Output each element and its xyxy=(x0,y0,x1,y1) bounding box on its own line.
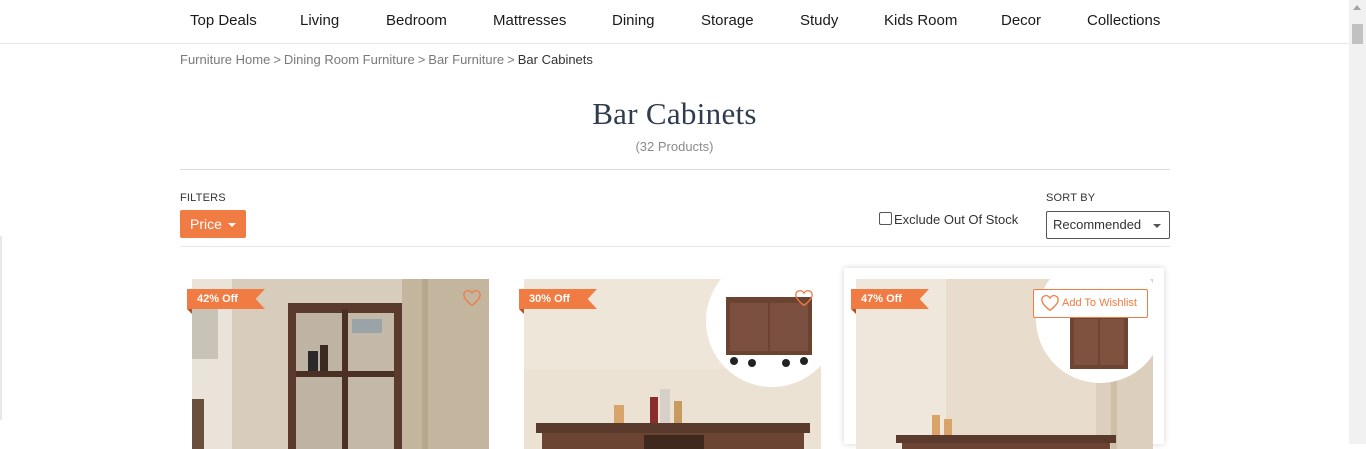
badge-fold xyxy=(851,309,856,314)
badge-fold xyxy=(187,309,192,314)
nav-item-storage[interactable]: Storage xyxy=(701,12,754,29)
scrollbar-thumb[interactable] xyxy=(1352,24,1363,44)
discount-badge: 42% Off xyxy=(187,289,265,309)
product-card[interactable]: 42% Off xyxy=(180,268,500,449)
exclude-out-of-stock[interactable]: Exclude Out Of Stock xyxy=(879,212,1018,227)
discount-label: 30% Off xyxy=(529,293,570,305)
badge-fold xyxy=(519,309,524,314)
breadcrumb-current: Bar Cabinets xyxy=(517,52,593,67)
add-to-wishlist-button[interactable]: Add To Wishlist xyxy=(1033,289,1148,318)
exclude-out-of-stock-checkbox[interactable] xyxy=(879,212,892,225)
left-edge-panel xyxy=(0,236,2,420)
nav-item-top-deals[interactable]: Top Deals xyxy=(190,12,257,29)
sort-by-label: SORT BY xyxy=(1046,192,1096,204)
heart-icon xyxy=(1041,294,1059,312)
breadcrumb-link-bar-furniture[interactable]: Bar Furniture xyxy=(428,52,504,67)
breadcrumb-link-dining-room-furniture[interactable]: Dining Room Furniture xyxy=(284,52,415,67)
price-filter-label: Price xyxy=(190,216,222,232)
breadcrumb-link-furniture-home[interactable]: Furniture Home xyxy=(180,52,270,67)
exclude-out-of-stock-label: Exclude Out Of Stock xyxy=(894,212,1019,227)
vertical-scrollbar[interactable] xyxy=(1349,0,1366,444)
sort-by-select[interactable]: Recommended xyxy=(1046,211,1170,239)
divider xyxy=(180,246,1170,247)
page-title: Bar Cabinets xyxy=(592,96,757,131)
discount-badge: 47% Off xyxy=(851,289,929,309)
nav-item-bedroom[interactable]: Bedroom xyxy=(386,12,447,29)
add-to-wishlist-label: Add To Wishlist xyxy=(1062,297,1137,309)
breadcrumb-separator: > xyxy=(273,52,281,67)
breadcrumb: Furniture Home > Dining Room Furniture > Bar… xyxy=(180,52,593,67)
sort-by-value: Recommended xyxy=(1053,217,1142,232)
nav-item-study[interactable]: Study xyxy=(800,12,838,29)
discount-label: 47% Off xyxy=(861,293,902,305)
nav-item-living[interactable]: Living xyxy=(300,12,339,29)
caret-down-icon xyxy=(1153,224,1161,228)
breadcrumb-separator: > xyxy=(507,52,515,67)
divider xyxy=(180,169,1170,170)
price-filter-button[interactable]: Price xyxy=(180,210,246,238)
nav-item-dining[interactable]: Dining xyxy=(612,12,655,29)
breadcrumb-separator: > xyxy=(417,52,426,67)
top-navigation: Top Deals Living Bedroom Mattresses Dini… xyxy=(0,0,1349,44)
discount-label: 42% Off xyxy=(197,293,238,305)
product-card[interactable]: 30% Off xyxy=(512,268,832,449)
heart-icon[interactable] xyxy=(462,289,482,307)
nav-item-collections[interactable]: Collections xyxy=(1087,12,1160,29)
scroll-up-arrow-icon[interactable] xyxy=(1353,5,1361,10)
product-count: (32 Products) xyxy=(635,139,714,154)
heart-icon[interactable] xyxy=(794,289,814,307)
filters-label: FILTERS xyxy=(180,192,226,204)
nav-item-decor[interactable]: Decor xyxy=(1001,12,1041,29)
nav-item-kids-room[interactable]: Kids Room xyxy=(884,12,957,29)
discount-badge: 30% Off xyxy=(519,289,597,309)
caret-down-icon xyxy=(228,223,236,227)
nav-item-mattresses[interactable]: Mattresses xyxy=(493,12,566,29)
